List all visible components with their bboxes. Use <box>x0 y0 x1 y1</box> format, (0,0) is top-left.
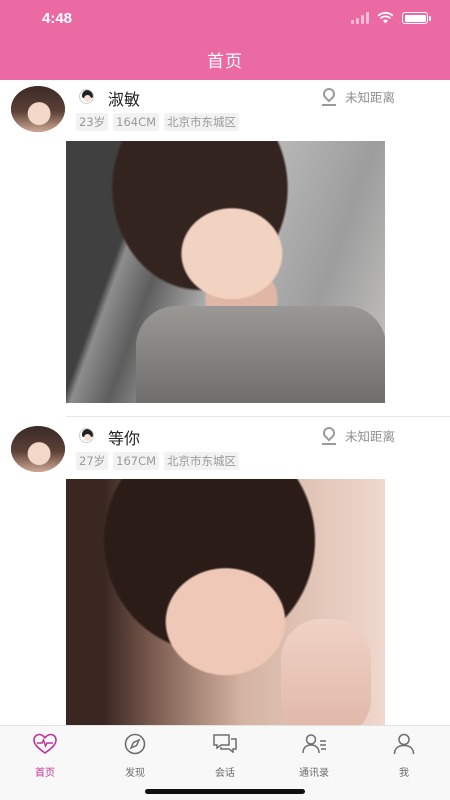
status-bar: 4:48 <box>0 0 450 40</box>
female-icon <box>79 428 94 443</box>
user-card[interactable]: 等你 27岁 167CM 北京市东城区 未知距离 <box>0 417 450 725</box>
cellular-signal-icon <box>351 12 369 24</box>
location-pin-icon <box>320 85 338 106</box>
tab-contacts-label: 通讯录 <box>299 768 329 779</box>
user-card-header: 等你 27岁 167CM 北京市东城区 未知距离 <box>0 417 450 479</box>
tab-discover[interactable]: 发现 <box>100 732 170 779</box>
app-header: 4:48 首页 <box>0 0 450 80</box>
age-tag: 27岁 <box>76 452 109 470</box>
user-tags: 27岁 167CM 北京市东城区 <box>76 452 240 470</box>
tab-me[interactable]: 我 <box>369 732 439 779</box>
avatar[interactable] <box>11 426 65 472</box>
heart-pulse-icon <box>33 733 57 754</box>
distance-text: 未知距离 <box>345 429 396 444</box>
contacts-icon <box>302 734 326 754</box>
age-tag: 23岁 <box>76 113 109 131</box>
location-tag: 北京市东城区 <box>164 452 240 470</box>
status-icons <box>351 12 431 24</box>
compass-icon <box>124 733 146 755</box>
battery-icon <box>402 12 431 24</box>
home-indicator[interactable] <box>145 789 305 794</box>
user-card[interactable]: 淑敏 23岁 164CM 北京市东城区 未知距离 <box>0 80 450 417</box>
page-title: 首页 <box>207 52 243 72</box>
female-icon <box>79 89 94 104</box>
user-name: 淑敏 <box>108 90 141 109</box>
distance-text: 未知距离 <box>345 90 396 105</box>
person-icon <box>393 733 415 755</box>
user-card-header: 淑敏 23岁 164CM 北京市东城区 未知距离 <box>0 80 450 142</box>
wifi-icon <box>377 12 394 24</box>
user-name: 等你 <box>108 429 141 448</box>
height-tag: 164CM <box>113 113 160 131</box>
height-tag: 167CM <box>113 452 160 470</box>
tab-home[interactable]: 首页 <box>10 732 80 779</box>
tab-home-label: 首页 <box>35 768 55 779</box>
user-photo[interactable] <box>66 141 385 403</box>
tab-chats[interactable]: 会话 <box>190 732 260 779</box>
tab-discover-label: 发现 <box>125 768 145 779</box>
location-pin-icon <box>320 424 338 445</box>
tab-me-label: 我 <box>399 768 409 779</box>
distance-info: 未知距离 <box>320 424 396 445</box>
user-feed[interactable]: 淑敏 23岁 164CM 北京市东城区 未知距离 等你 27岁 167CM 北京… <box>0 80 450 725</box>
user-tags: 23岁 164CM 北京市东城区 <box>76 113 240 131</box>
avatar[interactable] <box>11 86 65 132</box>
location-tag: 北京市东城区 <box>164 113 240 131</box>
status-time: 4:48 <box>42 10 73 27</box>
distance-info: 未知距离 <box>320 85 396 106</box>
user-photo[interactable] <box>66 479 385 725</box>
chat-bubbles-icon <box>213 734 237 754</box>
tab-chats-label: 会话 <box>215 768 235 779</box>
tab-contacts[interactable]: 通讯录 <box>279 732 349 779</box>
